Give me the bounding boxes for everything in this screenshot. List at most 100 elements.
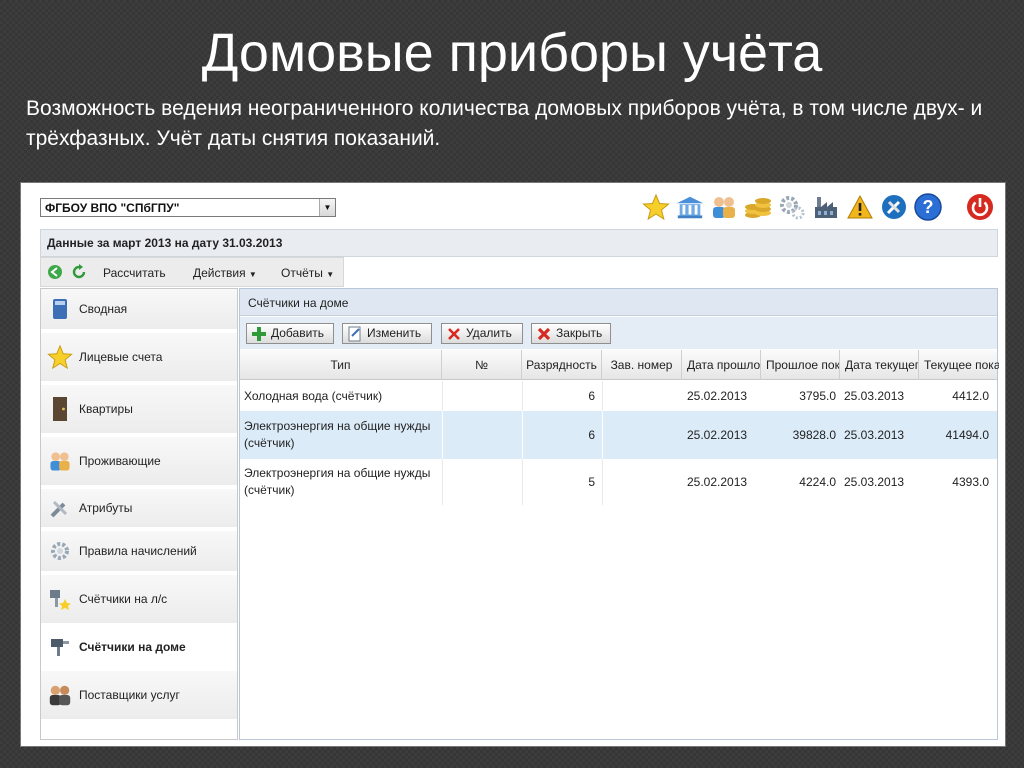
cell-number bbox=[442, 381, 522, 411]
people-icon bbox=[47, 448, 73, 474]
cell-prev-value: 3795.0 bbox=[799, 389, 836, 403]
slide-title: Домовые приборы учёта bbox=[201, 23, 823, 83]
column-header-cur-value[interactable]: Текущее пока bbox=[919, 350, 999, 380]
column-header-cur-date[interactable]: Дата текущег bbox=[840, 350, 919, 380]
header-icons: ? bbox=[637, 190, 995, 224]
cell-type: Холодная вода (счётчик) bbox=[244, 388, 383, 403]
power-icon[interactable] bbox=[965, 192, 995, 222]
sidebar-item-attributes[interactable]: Атрибуты bbox=[41, 489, 237, 529]
org-select[interactable]: ФГБОУ ВПО "СПбГПУ" ▼ bbox=[40, 198, 336, 217]
sidebar-item-label: Лицевые счета bbox=[79, 350, 163, 364]
door-icon bbox=[47, 396, 73, 422]
sidebar-item-suppliers[interactable]: Поставщики услуг bbox=[41, 671, 237, 721]
panel-title: Счётчики на доме bbox=[240, 289, 997, 316]
plus-icon bbox=[251, 326, 267, 342]
sidebar-item-account-meters[interactable]: Счётчики на л/с bbox=[41, 575, 237, 625]
column-header-serial[interactable]: Зав. номер bbox=[602, 350, 682, 380]
sidebar-item-label: Счётчики на л/с bbox=[79, 592, 168, 606]
cell-cur-value: 41494.0 bbox=[945, 428, 989, 442]
sidebar-item-label: Счётчики на доме bbox=[79, 640, 186, 654]
grid-header: Тип № Разрядность Зав. номер Дата прошло… bbox=[240, 350, 999, 380]
actions-menu[interactable]: Действия ▼ bbox=[193, 266, 257, 280]
calculate-button[interactable]: Рассчитать bbox=[103, 266, 166, 280]
chevron-down-icon: ▼ bbox=[326, 270, 335, 279]
svg-text:?: ? bbox=[923, 197, 934, 217]
org-select-value: ФГБОУ ВПО "СПбГПУ" bbox=[45, 201, 180, 215]
column-header-digits[interactable]: Разрядность bbox=[522, 350, 602, 380]
delete-button-label: Удалить bbox=[466, 326, 512, 340]
book-icon bbox=[47, 296, 73, 322]
close-icon bbox=[536, 326, 552, 342]
edit-button[interactable]: Изменить bbox=[342, 323, 432, 344]
edit-icon bbox=[347, 326, 363, 342]
sidebar-item-summary[interactable]: Сводная bbox=[41, 289, 237, 331]
chevron-down-icon: ▼ bbox=[248, 270, 257, 279]
star-icon bbox=[47, 344, 73, 370]
edit-button-label: Изменить bbox=[367, 326, 422, 340]
toolbar: Рассчитать Действия ▼ Отчёты ▼ bbox=[40, 257, 998, 287]
table-row[interactable]: Электроэнергия на общие нужды (счётчик) … bbox=[240, 411, 997, 459]
cell-digits: 6 bbox=[588, 389, 595, 403]
sidebar-item-residents[interactable]: Проживающие bbox=[41, 437, 237, 487]
cell-type: Электроэнергия на общие нужды (счётчик) bbox=[244, 466, 431, 497]
column-header-prev-value[interactable]: Прошлое пок bbox=[761, 350, 840, 380]
sidebar-item-charge-rules[interactable]: Правила начислений bbox=[41, 531, 237, 573]
cell-prev-date: 25.02.2013 bbox=[687, 475, 748, 489]
app-window: ФГБОУ ВПО "СПбГПУ" ▼ ? Данные за март 20… bbox=[20, 182, 1006, 747]
column-header-number[interactable]: № bbox=[442, 350, 522, 380]
delete-icon bbox=[446, 326, 462, 342]
suppliers-icon bbox=[47, 682, 73, 708]
reports-menu[interactable]: Отчёты ▼ bbox=[281, 266, 334, 280]
column-header-type[interactable]: Тип bbox=[240, 350, 442, 380]
sidebar: Сводная Лицевые счета Квартиры Проживающ… bbox=[40, 288, 238, 740]
column-header-prev-date[interactable]: Дата прошло bbox=[682, 350, 761, 380]
sidebar-item-house-meters[interactable]: Счётчики на доме bbox=[41, 627, 237, 669]
sidebar-item-label: Квартиры bbox=[79, 402, 133, 416]
back-icon[interactable] bbox=[47, 264, 63, 280]
app-header: ФГБОУ ВПО "СПбГПУ" ▼ ? bbox=[21, 183, 1005, 229]
cell-number bbox=[442, 459, 522, 505]
meter-icon bbox=[47, 634, 73, 660]
reports-menu-label: Отчёты bbox=[281, 266, 323, 280]
cell-cur-date: 25.03.2013 bbox=[844, 389, 905, 403]
action-bar: Добавить Изменить Удалить Закрыть bbox=[240, 317, 997, 349]
chevron-down-icon[interactable]: ▼ bbox=[319, 199, 335, 216]
cell-cur-date: 25.03.2013 bbox=[844, 428, 905, 442]
coins-icon[interactable] bbox=[743, 192, 773, 222]
cell-serial bbox=[602, 381, 682, 411]
sidebar-item-label: Правила начислений bbox=[79, 544, 197, 558]
cell-prev-value: 4224.0 bbox=[799, 475, 836, 489]
cell-cur-value: 4412.0 bbox=[952, 389, 989, 403]
star-icon[interactable] bbox=[641, 192, 671, 222]
help-icon[interactable]: ? bbox=[913, 192, 943, 222]
table-row[interactable]: Холодная вода (счётчик) 6 25.02.2013 379… bbox=[240, 381, 997, 411]
cell-cur-date: 25.03.2013 bbox=[844, 475, 905, 489]
delete-button[interactable]: Удалить bbox=[441, 323, 523, 344]
cell-prev-date: 25.02.2013 bbox=[687, 428, 748, 442]
bank-icon[interactable] bbox=[675, 192, 705, 222]
tools-icon[interactable] bbox=[879, 192, 909, 222]
tools-icon bbox=[47, 495, 73, 521]
factory-icon[interactable] bbox=[811, 192, 841, 222]
cell-digits: 5 bbox=[588, 475, 595, 489]
slide-subtitle: Возможность ведения неограниченного коли… bbox=[26, 97, 983, 150]
refresh-icon[interactable] bbox=[71, 264, 87, 280]
table-row[interactable]: Электроэнергия на общие нужды (счётчик) … bbox=[240, 459, 997, 505]
sidebar-item-apartments[interactable]: Квартиры bbox=[41, 385, 237, 435]
sidebar-item-label: Проживающие bbox=[79, 454, 161, 468]
meter-star-icon bbox=[47, 586, 73, 612]
cell-serial bbox=[602, 411, 682, 459]
people-icon[interactable] bbox=[709, 192, 739, 222]
cell-cur-value: 4393.0 bbox=[952, 475, 989, 489]
close-button-label: Закрыть bbox=[556, 326, 603, 340]
gears-icon[interactable] bbox=[777, 192, 807, 222]
add-button[interactable]: Добавить bbox=[246, 323, 334, 344]
period-bar: Данные за март 2013 на дату 31.03.2013 bbox=[40, 229, 998, 257]
cell-digits: 6 bbox=[588, 428, 595, 442]
close-button[interactable]: Закрыть bbox=[531, 323, 611, 344]
add-button-label: Добавить bbox=[271, 326, 325, 340]
warning-icon[interactable] bbox=[845, 192, 875, 222]
gear-icon bbox=[47, 538, 73, 564]
cell-type: Электроэнергия на общие нужды (счётчик) bbox=[244, 419, 431, 450]
sidebar-item-accounts[interactable]: Лицевые счета bbox=[41, 333, 237, 383]
